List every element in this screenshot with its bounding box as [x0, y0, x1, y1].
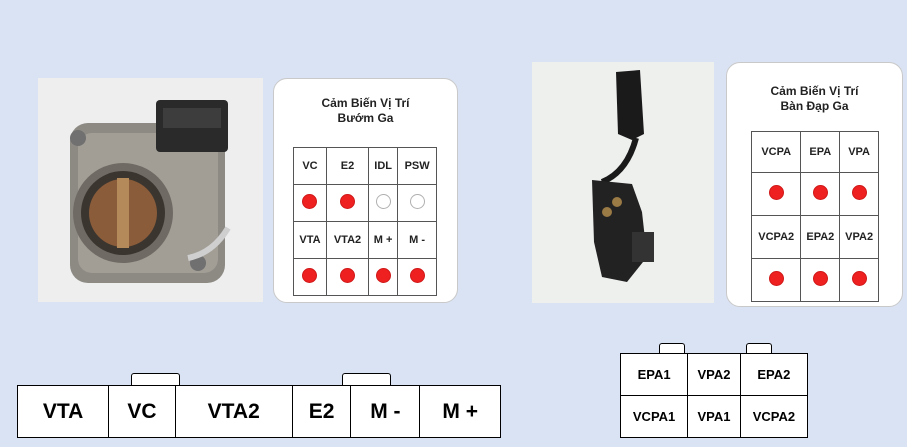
pin-status-cell: [293, 258, 327, 296]
pin-label: M +: [368, 221, 399, 259]
pin-status-cell: [750, 258, 802, 302]
pin-label: EPA: [800, 131, 841, 173]
pin-status-cell: [325, 258, 370, 296]
connector-pin: VCPA2: [739, 395, 809, 438]
throttle-position-sensor-card: Cảm Biến Vị Trí Bướm Ga VC E2 IDL PSW VTA VTA…: [273, 78, 458, 303]
pin-used-dot: [340, 268, 355, 283]
pin-status-cell: [368, 258, 399, 296]
accelerator-pedal-photo: [532, 62, 714, 303]
pin-status-row: [293, 258, 437, 296]
pin-used-dot: [375, 268, 391, 283]
throttle-pin-table: VC E2 IDL PSW VTA VTA2 M + M -: [293, 147, 437, 296]
pin-used-dot: [409, 268, 425, 283]
pin-status-cell: [750, 172, 802, 216]
pin-used-dot: [768, 185, 784, 200]
connector-pin: M -: [350, 385, 421, 438]
pin-label-row: VCPA EPA VPA: [750, 131, 879, 173]
pin-label: VTA2: [325, 221, 370, 259]
throttle-card-title-line2: Bướm Ga: [337, 111, 394, 125]
pedal-card-title-line1: Cảm Biến Vị Trí: [770, 84, 859, 98]
pin-used-dot: [340, 194, 355, 209]
pin-status-cell: [397, 184, 437, 222]
pin-label: VC: [293, 147, 327, 185]
pin-used-dot: [812, 271, 828, 286]
pin-used-dot: [812, 185, 828, 200]
pin-used-dot: [851, 185, 867, 200]
pin-status-row: [750, 258, 879, 302]
connector-pin: VTA: [16, 385, 110, 438]
pin-status-cell: [325, 184, 370, 222]
pin-label: VTA: [293, 221, 327, 259]
pin-label: EPA2: [800, 215, 841, 259]
connector-pin: E2: [291, 385, 352, 438]
pin-label-row: VCPA2 EPA2 VPA2: [750, 215, 879, 259]
pedal-pin-table: VCPA EPA VPA VCPA2 EPA2 VPA2: [750, 131, 879, 302]
pin-label: PSW: [397, 147, 437, 185]
connector-pin: EPA2: [739, 353, 809, 396]
pin-status-row: [750, 172, 879, 216]
connector-row: VTA VC VTA2 E2 M -M +: [16, 385, 501, 438]
throttle-card-title-line1: Cảm Biến Vị Trí: [321, 96, 410, 110]
pedal-position-sensor-card: Cảm Biến Vị Trí Bàn Đạp Ga VCPA EPA VPA VCP…: [726, 62, 903, 307]
connector-pin: M +: [419, 385, 501, 438]
pin-label: IDL: [368, 147, 399, 185]
pin-label: VPA: [839, 131, 879, 173]
pin-status-cell: [839, 258, 879, 302]
connector-row: VCPA1 VPA1 VCPA2: [619, 395, 809, 438]
pin-status-cell: [800, 258, 841, 302]
pin-used-dot: [851, 271, 867, 286]
pin-unused-dot: [409, 194, 425, 209]
connector-pin: VPA1: [687, 395, 741, 438]
pin-label: M -: [397, 221, 437, 259]
throttle-body-photo: [38, 78, 263, 302]
pin-status-cell: [800, 172, 841, 216]
pin-used-dot: [768, 271, 784, 286]
throttle-connector: VTA VC VTA2 E2 M -M +: [16, 373, 502, 439]
connector-pin: VTA2: [174, 385, 293, 438]
pedal-card-title: Cảm Biến Vị Trí Bàn Đạp Ga: [727, 84, 902, 114]
pin-status-cell: [368, 184, 399, 222]
pin-status-row: [293, 184, 437, 222]
pin-label: VCPA2: [750, 215, 802, 259]
connector-row: EPA1 VPA2 EPA2: [619, 353, 809, 396]
throttle-card-title: Cảm Biến Vị Trí Bướm Ga: [274, 96, 457, 126]
pin-label: VCPA: [750, 131, 802, 173]
pin-unused-dot: [375, 194, 391, 209]
connector-pin: EPA1: [619, 353, 689, 396]
pin-label-row: VC E2 IDL PSW: [293, 147, 437, 185]
pin-label-row: VTA VTA2 M + M -: [293, 221, 437, 259]
pin-status-cell: [293, 184, 327, 222]
pin-used-dot: [302, 268, 318, 283]
pedal-card-title-line2: Bàn Đạp Ga: [780, 99, 849, 113]
pin-used-dot: [302, 194, 318, 209]
pin-status-cell: [397, 258, 437, 296]
pin-label: VPA2: [839, 215, 879, 259]
connector-pin: VCPA1: [619, 395, 689, 438]
pin-label: E2: [325, 147, 370, 185]
connector-pin: VC: [108, 385, 176, 438]
pedal-connector: EPA1 VPA2 EPA2 VCPA1 VPA1 VCPA2: [619, 343, 810, 440]
connector-pin: VPA2: [687, 353, 741, 396]
pin-status-cell: [839, 172, 879, 216]
